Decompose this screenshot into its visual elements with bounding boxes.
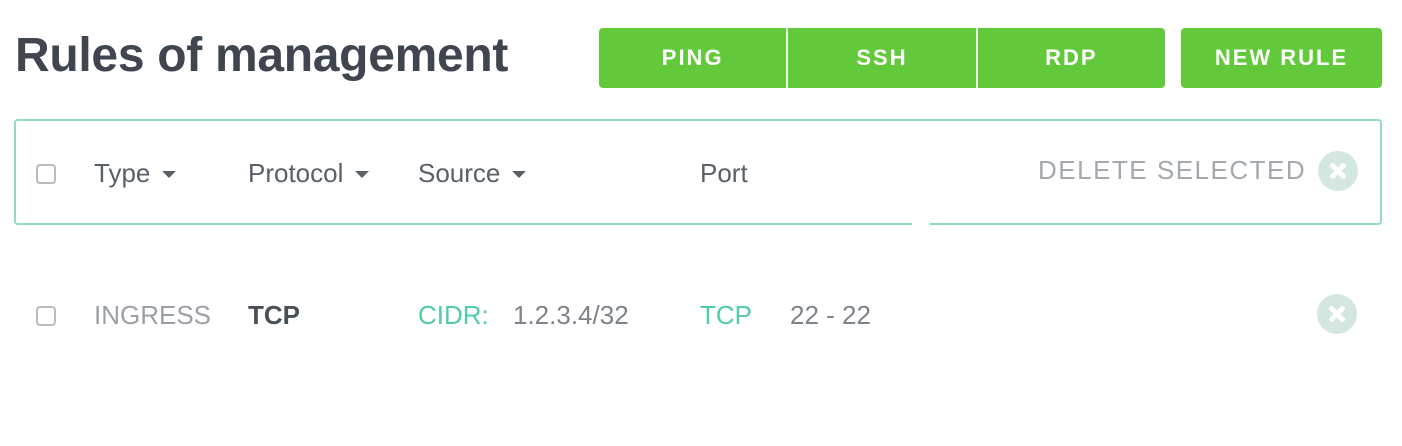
protocol-column-header[interactable]: Protocol <box>248 158 370 188</box>
row-source-value: 1.2.3.4/32 <box>513 300 629 330</box>
row-checkbox[interactable] <box>36 306 56 326</box>
type-column-header[interactable]: Type <box>94 158 177 188</box>
caret-down-icon <box>162 171 177 178</box>
select-all-checkbox[interactable] <box>36 164 56 184</box>
row-protocol: TCP <box>248 300 300 330</box>
rdp-button[interactable]: RDP <box>975 28 1165 88</box>
ssh-button[interactable]: SSH <box>786 28 976 88</box>
new-rule-button[interactable]: NEW RULE <box>1181 28 1382 88</box>
port-column-label: Port <box>700 158 748 188</box>
close-circle-icon[interactable] <box>1318 151 1358 191</box>
type-column-label: Type <box>94 158 151 188</box>
caret-down-icon <box>512 171 527 178</box>
source-column-label: Source <box>418 158 501 188</box>
page: Rules of management PING SSH RDP NEW RUL… <box>0 0 1402 446</box>
header-divider-notch <box>912 218 930 227</box>
row-source-prefix: CIDR: <box>418 300 489 330</box>
caret-down-icon <box>355 171 370 178</box>
row-type: INGRESS <box>94 300 212 330</box>
port-column-header: Port <box>700 158 748 188</box>
protocol-column-label: Protocol <box>248 158 344 188</box>
close-circle-icon[interactable] <box>1317 294 1357 334</box>
source-column-header[interactable]: Source <box>418 158 527 188</box>
row-port-protocol: TCP <box>700 300 752 330</box>
ping-button[interactable]: PING <box>599 28 787 88</box>
page-title: Rules of management <box>15 29 509 82</box>
delete-selected-button[interactable]: DELETE SELECTED <box>1038 155 1306 185</box>
row-port-range: 22 - 22 <box>790 300 871 330</box>
preset-button-group: PING SSH RDP <box>599 28 1165 88</box>
